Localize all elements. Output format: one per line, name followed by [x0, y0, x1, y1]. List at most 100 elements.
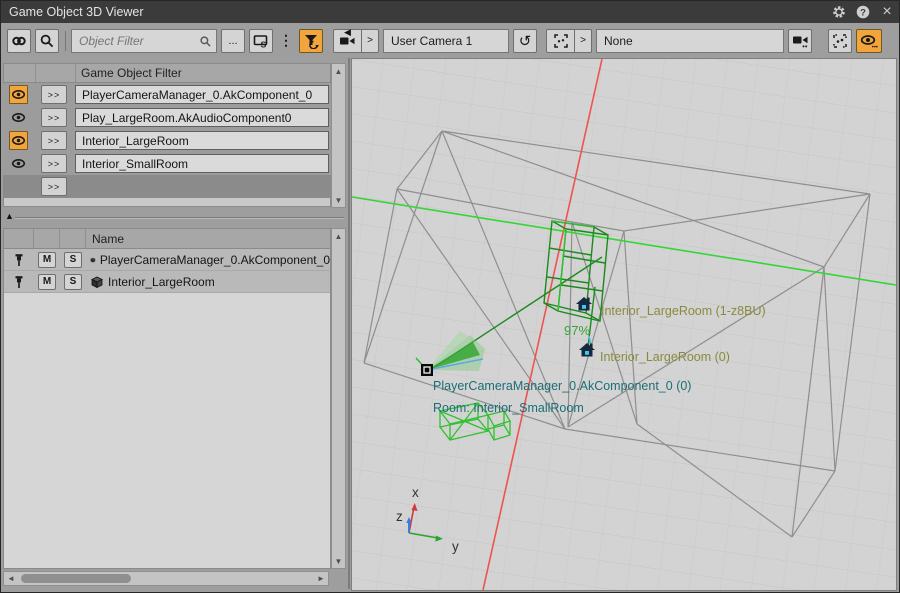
eye-icon: [11, 135, 26, 146]
search-icon: [39, 33, 55, 49]
scroll-up-arrow[interactable]: ▲: [332, 64, 345, 78]
panel-splitter[interactable]: ▲: [1, 208, 348, 228]
scroll-down-arrow[interactable]: ▼: [332, 193, 345, 207]
grid-lines-vertical: [352, 59, 896, 590]
names-display-icon: S: [253, 33, 269, 49]
eye-icon: [11, 89, 26, 100]
eye-icon: [11, 112, 26, 123]
expand-row-button[interactable]: >>: [41, 108, 67, 127]
filter-row: >> Interior_LargeRoom: [3, 129, 331, 152]
follow-dropdown-arrow[interactable]: >: [574, 29, 592, 53]
frame-all-icon: [832, 33, 848, 49]
filter-row: >> Play_LargeRoom.AkAudioComponent0: [3, 106, 331, 129]
filter-object-name[interactable]: PlayerCameraManager_0.AkComponent_0: [75, 85, 329, 104]
mute-button[interactable]: M: [38, 274, 56, 290]
header-expand-column: [36, 64, 76, 82]
reset-camera-button[interactable]: ↺: [513, 29, 537, 53]
help-icon: ?: [856, 5, 870, 19]
filter-table-header-label: Game Object Filter: [76, 64, 330, 82]
window-title: Game Object 3D Viewer: [1, 5, 827, 19]
hscroll-thumb[interactable]: [21, 574, 131, 583]
close-button[interactable]: ×: [875, 1, 899, 23]
toolbar-separator: [65, 31, 66, 51]
panel-collapse-arrow[interactable]: ◀: [344, 28, 351, 37]
object-name: PlayerCameraManager_0.AkComponent_0: [100, 253, 330, 267]
camera-options-button[interactable]: [788, 29, 812, 53]
object-filter-input[interactable]: [71, 29, 217, 53]
svg-text:?: ?: [860, 8, 866, 19]
watch-toggle[interactable]: [9, 131, 28, 150]
filter-row: >> Interior_SmallRoom: [3, 152, 331, 175]
expand-row-button[interactable]: >>: [41, 177, 67, 196]
solo-button[interactable]: S: [64, 252, 82, 268]
scroll-left-arrow[interactable]: ◄: [4, 572, 18, 585]
solo-button[interactable]: S: [64, 274, 82, 290]
watch-toggle[interactable]: [9, 108, 28, 127]
expand-row-button[interactable]: >>: [41, 131, 67, 150]
scroll-down-arrow[interactable]: ▼: [332, 554, 345, 568]
expand-row-button[interactable]: >>: [41, 154, 67, 173]
filter-toggle-button[interactable]: [299, 29, 323, 53]
more-filters-button[interactable]: ...: [221, 29, 245, 53]
scroll-right-arrow[interactable]: ►: [314, 572, 328, 585]
watch-toggle[interactable]: [9, 85, 28, 104]
pin-icon[interactable]: [13, 275, 25, 289]
objects-table-hscrollbar[interactable]: ◄ ►: [3, 571, 329, 586]
mute-button[interactable]: M: [38, 252, 56, 268]
panel-viewport-divider[interactable]: [348, 58, 350, 589]
eye-icon: [11, 158, 26, 169]
settings-gear-icon[interactable]: [827, 1, 851, 23]
objects-table-scrollbar[interactable]: ▲ ▼: [331, 228, 346, 569]
object-row[interactable]: M S PlayerCameraManager_0.AkComponent_0: [4, 249, 330, 271]
pin-icon[interactable]: [13, 253, 25, 267]
camera-dropdown-arrow[interactable]: >: [361, 29, 379, 53]
filter-object-name[interactable]: Interior_SmallRoom: [75, 154, 329, 173]
game-object-filter-table: Game Object Filter >> PlayerCameraManage…: [3, 63, 331, 207]
header-mute-column: [34, 229, 60, 248]
camera-select-group: >: [333, 29, 379, 53]
search-icon: [199, 35, 212, 48]
header-pin-column: [4, 229, 34, 248]
game-object-cube-icon: [90, 275, 104, 289]
object-row[interactable]: M S Interior_LargeRoom: [4, 271, 330, 293]
visibility-options-button[interactable]: [856, 29, 882, 53]
objects-table-name-header: Name: [86, 229, 330, 248]
camera-dots-icon: [792, 33, 809, 49]
splitter-collapse-arrow[interactable]: ▲: [5, 211, 14, 221]
follow-target-field[interactable]: None: [596, 29, 784, 53]
diffraction-percent-label: 97%: [564, 323, 590, 338]
object-name: Interior_LargeRoom: [108, 275, 215, 289]
eye-icon: [860, 33, 878, 49]
help-button[interactable]: ?: [851, 1, 875, 23]
header-eye-column: [4, 64, 36, 82]
frame-object-icon: [553, 33, 569, 49]
viewport-canvas: Interior_LargeRoom (1-z8BU) 97% Interior…: [352, 59, 896, 590]
filter-table-scrollbar[interactable]: ▲ ▼: [331, 63, 346, 208]
filter-object-name[interactable]: Interior_LargeRoom: [75, 131, 329, 150]
listener-icon[interactable]: [421, 364, 433, 376]
expand-row-button[interactable]: >>: [41, 85, 67, 104]
header-solo-column: [60, 229, 86, 248]
filter-object-name[interactable]: Play_LargeRoom.AkAudioComponent0: [75, 108, 329, 127]
camera-name-field[interactable]: User Camera 1: [383, 29, 509, 53]
portal-label: Interior_LargeRoom (1-z8BU): [601, 304, 766, 318]
titlebar: Game Object 3D Viewer ? ×: [1, 1, 899, 23]
object-filter-field: [71, 29, 217, 53]
scroll-up-arrow[interactable]: ▲: [332, 229, 345, 243]
viewport-3d[interactable]: Interior_LargeRoom (1-z8BU) 97% Interior…: [351, 58, 897, 591]
splitter-ridge: [15, 217, 344, 219]
x-axis-label: x: [412, 485, 419, 500]
funnel-icon: [303, 32, 320, 49]
toolbar: ... S ⋮ > User Camera 1: [1, 23, 899, 58]
y-axis-label: y: [452, 539, 459, 554]
game-object-3d-viewer-window: Game Object 3D Viewer ? ×: [0, 0, 900, 593]
follow-object-button[interactable]: [546, 29, 574, 53]
show-names-button[interactable]: S: [249, 29, 273, 53]
link-game-object-button[interactable]: [7, 29, 31, 53]
search-button[interactable]: [35, 29, 59, 53]
filter-table-header: Game Object Filter: [3, 63, 331, 83]
watch-toggle[interactable]: [9, 154, 28, 173]
frame-all-button[interactable]: [828, 29, 852, 53]
options-kebab-button[interactable]: ⋮: [277, 29, 295, 53]
room-label: Room: Interior_SmallRoom: [433, 401, 584, 415]
